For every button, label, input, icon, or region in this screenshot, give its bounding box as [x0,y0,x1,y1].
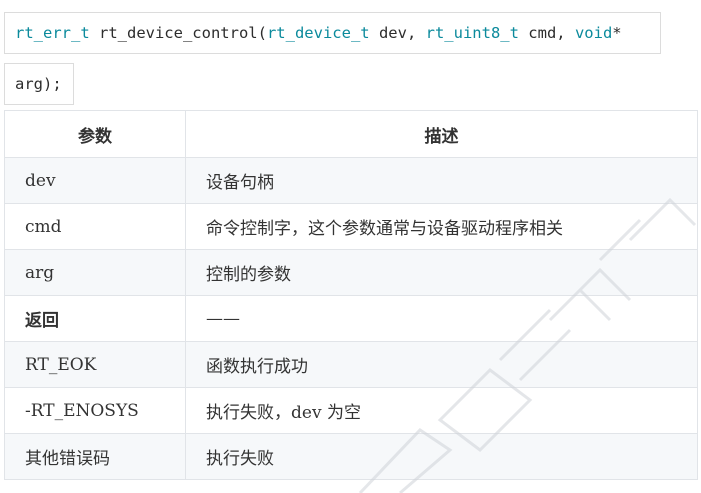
code-arg1-type: rt_device_t [266,24,370,42]
table-row: arg 控制的参数 [4,249,698,296]
table-row: cmd 命令控制字，这个参数通常与设备驱动程序相关 [4,203,698,250]
param-cell: arg [4,249,186,296]
table-row: -RT_ENOSYS 执行失败，dev 为空 [4,387,698,434]
desc-cell: —— [185,295,698,342]
code-signature-line-1: rt_err_t rt_device_control(rt_device_t d… [4,12,661,54]
code-arg3-type: void [574,24,613,42]
desc-cell: 执行失败，dev 为空 [185,387,698,434]
param-cell-return: 返回 [4,295,186,342]
desc-cell: 控制的参数 [185,249,698,296]
param-cell: dev [4,157,186,204]
table-row: RT_EOK 函数执行成功 [4,341,698,388]
desc-cell: 命令控制字，这个参数通常与设备驱动程序相关 [185,203,698,250]
header-param: 参数 [4,110,186,158]
code-arg1-name: dev, [369,24,426,42]
code-function-name: rt_device_control( [89,24,267,42]
param-cell: cmd [4,203,186,250]
code-arg2-name: cmd, [518,24,575,42]
param-cell: 其他错误码 [4,433,186,480]
table-row: 其他错误码 执行失败 [4,433,698,480]
desc-cell: 设备句柄 [185,157,698,204]
table-row: dev 设备句柄 [4,157,698,204]
table-row: 返回 —— [4,295,698,342]
desc-cell: 执行失败 [185,433,698,480]
code-return-type: rt_err_t [15,24,90,42]
code-arg2-type: rt_uint8_t [425,24,519,42]
code-signature-line-2: arg); [4,63,74,105]
param-cell: -RT_ENOSYS [4,387,186,434]
parameter-table: 参数 描述 dev 设备句柄 cmd 命令控制字，这个参数通常与设备驱动程序相关… [4,110,698,480]
desc-cell: 函数执行成功 [185,341,698,388]
code-arg3-ptr: * [612,24,622,42]
table-header-row: 参数 描述 [4,110,698,158]
param-cell: RT_EOK [4,341,186,388]
header-desc: 描述 [185,110,698,158]
